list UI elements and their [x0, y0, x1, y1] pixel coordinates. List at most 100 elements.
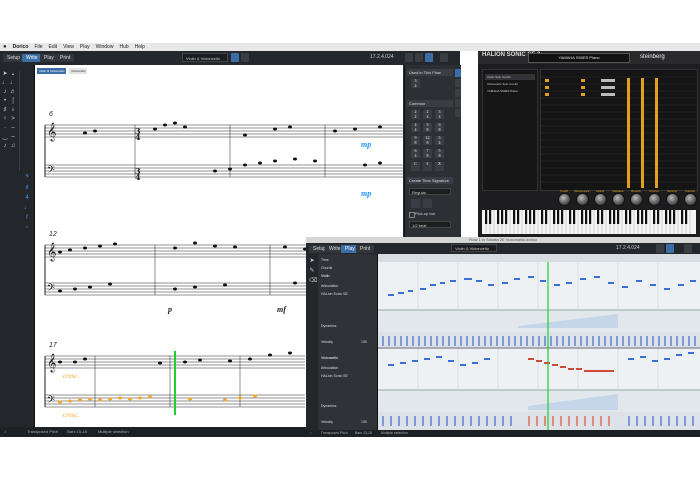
play-mode-print-tab[interactable]: Print [356, 244, 375, 253]
time-sig-5-8[interactable]: 58 [435, 148, 444, 158]
menu-file[interactable]: File [34, 44, 42, 50]
halion-keyboard[interactable] [482, 210, 696, 234]
layout-selector[interactable]: Violin & Violoncello [182, 53, 228, 62]
time-sig-used[interactable]: 34 [411, 78, 420, 88]
cresc-cello[interactable]: cresc. [63, 411, 79, 419]
play-status-transposed[interactable]: Transposed Pitch [321, 431, 348, 435]
rest-icon[interactable]: ⌠ [10, 98, 16, 104]
knob-1[interactable] [558, 193, 571, 206]
galley-view-button[interactable] [241, 53, 249, 62]
mode-print-tab[interactable]: Print [56, 54, 75, 62]
dynamic-mf[interactable]: mf [277, 305, 286, 314]
time-sig-2-4[interactable]: 24 [423, 109, 432, 119]
ornaments-tool-icon[interactable]: ~ [24, 225, 30, 231]
time-sig-12-8[interactable]: 12 8 [423, 135, 432, 145]
panel-tab-2[interactable] [455, 79, 461, 87]
play-panels-button[interactable] [684, 244, 692, 253]
eighth-note-icon[interactable]: ♪ [2, 89, 8, 95]
grace-note-icon[interactable]: ♪ [2, 143, 8, 149]
menu-play[interactable]: Play [80, 44, 90, 50]
dynamics-tool-icon[interactable]: f [24, 215, 30, 221]
play-select-icon[interactable]: ➤ [309, 258, 315, 264]
track-violin-articulation[interactable]: Articulation [321, 284, 338, 288]
piano-roll[interactable] [378, 254, 700, 430]
menu-help[interactable]: Help [135, 44, 145, 50]
time-sig-9-8[interactable]: 98 [411, 135, 420, 145]
knob-3[interactable] [594, 193, 607, 206]
page-view-button[interactable] [231, 53, 239, 62]
track-chords[interactable]: Chords [321, 266, 332, 270]
panel-tab-3[interactable] [455, 89, 461, 97]
slot-2[interactable]: Violoncello Solo Combi [485, 81, 535, 87]
flat-icon[interactable]: ♭ [10, 107, 16, 113]
knob-8[interactable] [684, 193, 697, 206]
time-sig-7-8[interactable]: 78 [423, 148, 432, 158]
time-sig-6-4[interactable]: 64 [411, 148, 420, 158]
play-draw-icon[interactable]: ✎ [309, 268, 315, 274]
time-sig-3-8[interactable]: 38 [423, 122, 432, 132]
time-sig-6-8[interactable]: 68 [435, 122, 444, 132]
time-sig-type-select[interactable]: Regular [409, 188, 451, 195]
mixer-button[interactable] [425, 53, 433, 62]
transport-record-button[interactable] [405, 53, 413, 62]
numerator-field[interactable] [411, 199, 420, 208]
chord-mode-icon[interactable]: ♫ [10, 143, 16, 149]
knob-6[interactable] [648, 193, 661, 206]
pickup-value-select[interactable]: 1/2 beat [409, 221, 451, 228]
slot-3[interactable]: YAMAHA S90ES Piano [485, 88, 535, 94]
sharp-icon[interactable]: ♯ [2, 107, 8, 113]
time-sig-open[interactable]: X [435, 161, 444, 171]
tie-icon[interactable]: ‿ [2, 134, 8, 140]
play-erase-icon[interactable]: ⌫ [309, 278, 317, 284]
key-tool-icon[interactable]: ♯ [24, 185, 30, 191]
status-note-icon[interactable]: ♪ [4, 429, 6, 434]
track-time[interactable]: Time [321, 258, 329, 262]
track-violin-velocity[interactable]: Velocity [321, 340, 333, 344]
time-tool-icon[interactable]: 4 [24, 195, 30, 201]
time-sig-c[interactable]: C [411, 161, 420, 171]
track-cello-articulation[interactable]: Articulation [321, 366, 338, 370]
track-cello[interactable]: Violoncello [321, 356, 338, 360]
slot-1[interactable]: Violin Solo Combi [485, 74, 535, 80]
menu-view[interactable]: View [63, 44, 74, 50]
dynamic-mp-violin[interactable]: mp [361, 140, 371, 149]
dynamic-p[interactable]: p [168, 305, 172, 314]
sixteenth-note-icon[interactable]: ♬ [10, 89, 16, 95]
clef-tool-icon[interactable]: 𝄢 [24, 175, 30, 181]
quarter-note-icon[interactable]: ♩ [10, 80, 16, 86]
natural-icon[interactable]: ♮ [2, 116, 8, 122]
select-tool-icon[interactable]: ➤ [2, 71, 8, 77]
used-in-flow-header[interactable]: Used in This Flow [407, 69, 453, 76]
knob-7[interactable] [666, 193, 679, 206]
track-cello-halion[interactable]: HALion Sonic SE [321, 374, 348, 378]
tempo-tool-icon[interactable]: ♩ [24, 205, 30, 211]
track-cello-dynamics[interactable]: Dynamics [321, 404, 336, 408]
time-sig-cut[interactable]: ¢ [423, 161, 432, 171]
denominator-field[interactable] [423, 199, 432, 208]
track-violin[interactable]: Violin [321, 274, 330, 278]
menu-edit[interactable]: Edit [49, 44, 58, 50]
dot-icon[interactable]: • [2, 98, 8, 104]
violin-velocity-value[interactable]: 100 [361, 340, 367, 344]
knob-4[interactable] [612, 193, 625, 206]
cresc-violin[interactable]: cresc. [63, 372, 79, 380]
track-cello-velocity[interactable]: Velocity [321, 420, 333, 424]
whole-note-icon[interactable]: 𝅝 [10, 71, 16, 77]
slur-icon[interactable]: ⌢ [10, 134, 16, 140]
play-mixer-button[interactable] [666, 244, 674, 253]
create-time-sig-header[interactable]: Create Time Signature [407, 177, 453, 184]
halion-patch-name[interactable]: YAMAHA S90ES Piano [528, 53, 630, 63]
play-status-note-icon[interactable]: ♪ [310, 431, 312, 435]
time-sig-2-2[interactable]: 22 [411, 109, 420, 119]
menu-window[interactable]: Window [96, 44, 114, 50]
cello-velocity-value[interactable]: 100 [361, 420, 367, 424]
half-note-icon[interactable]: ♩ [2, 80, 8, 86]
dynamic-mp-cello[interactable]: mp [361, 189, 371, 198]
track-violin-dynamics[interactable]: Dynamics [321, 324, 336, 328]
mode-write-tab[interactable]: Write [22, 54, 42, 62]
staccato-icon[interactable]: · [2, 125, 8, 131]
status-transposed[interactable]: Transposed Pitch [27, 429, 58, 434]
panel-tab-5[interactable] [455, 109, 461, 117]
panel-tab-4[interactable] [455, 99, 461, 107]
panel-tab-time[interactable] [455, 69, 461, 77]
